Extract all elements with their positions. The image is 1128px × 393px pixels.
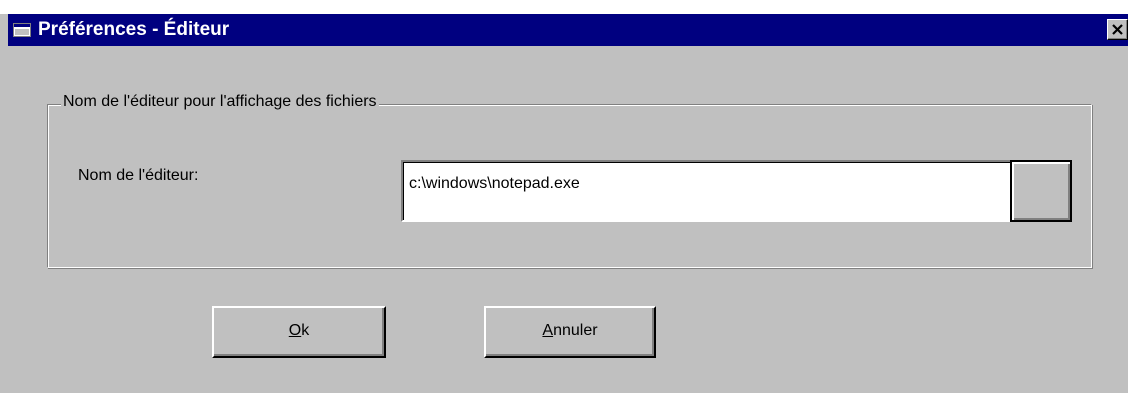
close-icon bbox=[1112, 24, 1123, 35]
groupbox-legend: Nom de l'éditeur pour l'affichage des fi… bbox=[61, 92, 379, 112]
window-left-edge bbox=[0, 14, 8, 393]
ok-button-mnemonic: O bbox=[288, 322, 302, 339]
cancel-button[interactable]: Annuler bbox=[484, 306, 656, 358]
cancel-button-label: nnuler bbox=[553, 322, 598, 339]
preferences-dialog: Préférences - Éditeur Nom de l'éditeur p… bbox=[0, 0, 1128, 393]
page-background bbox=[0, 0, 1128, 14]
title-bar[interactable]: Préférences - Éditeur bbox=[8, 14, 1128, 46]
editor-name-input[interactable]: c:\windows\notepad.exe bbox=[401, 160, 1012, 222]
editor-name-label: Nom de l'éditeur: bbox=[78, 167, 199, 184]
window-icon[interactable] bbox=[13, 23, 31, 37]
cancel-button-mnemonic: A bbox=[542, 322, 554, 339]
close-button[interactable] bbox=[1107, 19, 1128, 40]
browse-button[interactable] bbox=[1010, 160, 1072, 222]
ok-button-label: k bbox=[301, 322, 310, 339]
ok-button[interactable]: Ok bbox=[212, 306, 386, 358]
window-title: Préférences - Éditeur bbox=[38, 19, 230, 40]
